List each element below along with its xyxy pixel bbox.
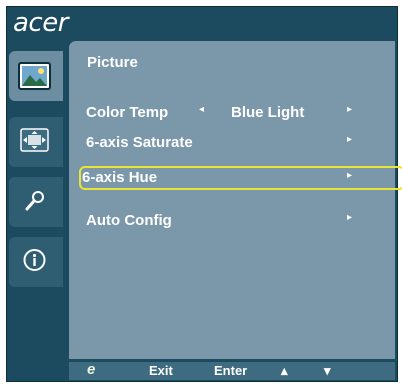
picture-icon — [18, 62, 51, 90]
exit-label[interactable]: Exit — [149, 363, 173, 378]
menu-item-label: 6-axis Saturate — [86, 134, 193, 151]
tab-picture[interactable] — [9, 51, 63, 101]
e-key-icon[interactable]: e — [87, 361, 95, 378]
right-arrow-icon[interactable]: ▸ — [347, 104, 352, 115]
menu-item-6-axis-saturate[interactable]: 6-axis Saturate ▸ — [79, 131, 393, 155]
right-arrow-icon[interactable]: ▸ — [347, 212, 352, 223]
left-arrow-icon[interactable]: ◂ — [199, 104, 204, 115]
enter-label[interactable]: Enter — [214, 363, 247, 378]
menu-item-color-temp[interactable]: Color Temp ◂ Blue Light ▸ — [79, 101, 393, 125]
up-arrow-icon[interactable]: ▴ — [281, 363, 288, 379]
menu-item-label: 6-axis Hue — [82, 169, 158, 186]
tab-screen-position[interactable] — [9, 117, 63, 167]
menu-item-auto-config[interactable]: Auto Config ▸ — [79, 209, 393, 233]
menu-item-label: Auto Config — [86, 212, 172, 229]
key-hint-bar: e Exit Enter ▴ ▾ — [69, 361, 395, 380]
right-arrow-icon[interactable]: ▸ — [347, 170, 352, 181]
tab-information[interactable] — [9, 237, 63, 287]
down-arrow-icon[interactable]: ▾ — [324, 363, 331, 379]
screen-position-icon — [20, 128, 49, 152]
menu-item-label: Color Temp — [86, 104, 169, 121]
menu-item-6-axis-hue[interactable]: 6-axis Hue ▸ — [79, 166, 402, 190]
color-temp-value: Blue Light — [231, 104, 305, 121]
tab-settings[interactable] — [9, 177, 63, 227]
osd-window: acer Picture Color Temp ◂ Blue Light ▸ 6… — [6, 6, 402, 382]
settings-wrench-icon — [20, 188, 49, 212]
panel-title: Picture — [87, 54, 138, 71]
brand-logo: acer — [13, 8, 68, 38]
right-arrow-icon[interactable]: ▸ — [347, 134, 352, 145]
info-icon — [20, 248, 49, 272]
picture-panel: Picture Color Temp ◂ Blue Light ▸ 6-axis… — [69, 41, 402, 359]
